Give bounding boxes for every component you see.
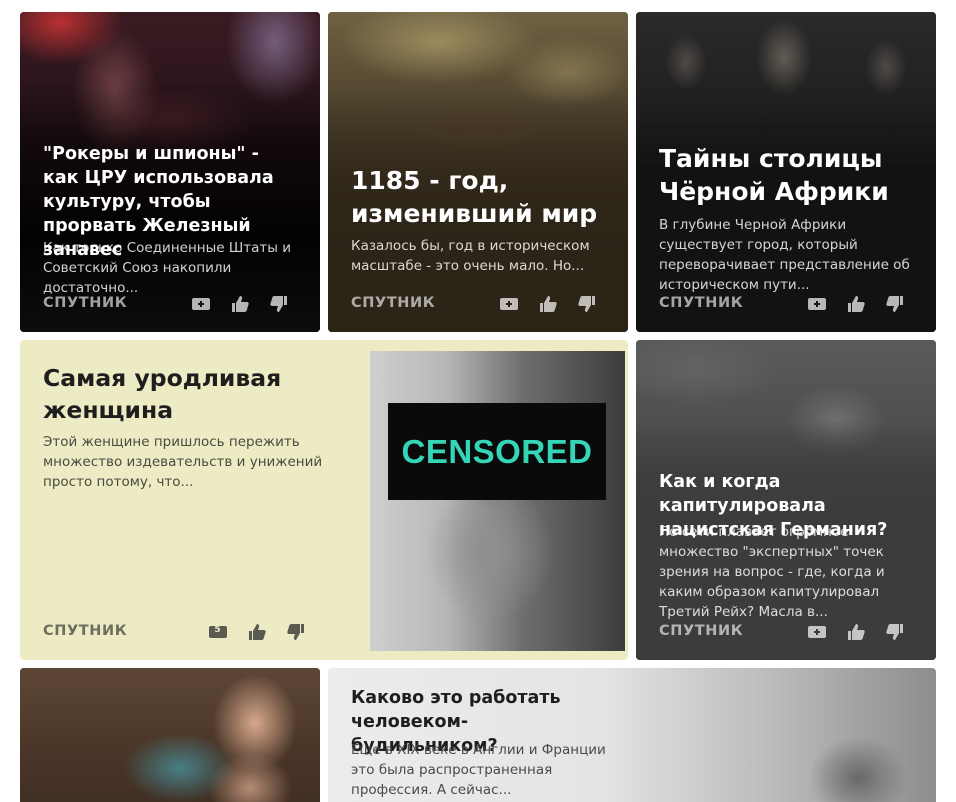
- card-description: В глубине Черной Африки существует город…: [659, 217, 910, 293]
- card-source[interactable]: СПУТНИК: [659, 295, 743, 311]
- card-actions: [181, 292, 298, 316]
- card-actions: [489, 292, 606, 316]
- card-source[interactable]: СПУТНИК: [659, 623, 743, 639]
- card-title[interactable]: Тайны столицы Чёрной Африки: [659, 142, 916, 208]
- comments-count: 5: [214, 625, 221, 635]
- card-title[interactable]: 1185 - год, изменивший мир: [351, 164, 608, 230]
- card-actions: [797, 292, 914, 316]
- card-actions: [797, 620, 914, 644]
- censored-label: CENSORED: [388, 403, 606, 500]
- card-description: Как только Соединенные Штаты и Советский…: [43, 240, 292, 296]
- card-image: [20, 668, 320, 802]
- like-icon[interactable]: [528, 292, 567, 316]
- card-source[interactable]: СПУТНИК: [43, 623, 127, 639]
- like-icon[interactable]: [836, 620, 875, 644]
- article-card-1185[interactable]: 1185 - год, изменивший мир Казалось бы, …: [328, 12, 628, 332]
- card-image: CENSORED: [370, 351, 625, 651]
- card-description: Еще в XIX веке в Англии и Франции это бы…: [351, 742, 606, 798]
- article-card-alarm-man[interactable]: Каково это работать человеком-будильнико…: [328, 668, 936, 802]
- card-description: Этой женщине пришлось пережить множество…: [43, 434, 323, 490]
- comments-icon[interactable]: 5: [198, 620, 237, 644]
- article-card-rockers[interactable]: "Рокеры и шпионы" - как ЦРУ использовала…: [20, 12, 320, 332]
- card-source[interactable]: СПУТНИК: [351, 295, 435, 311]
- article-card-germany[interactable]: Как и когда капитулировала нацистская Ге…: [636, 340, 936, 660]
- card-actions: 5: [198, 620, 315, 644]
- like-icon[interactable]: [237, 620, 276, 644]
- article-card-ugliest-woman[interactable]: CENSORED Самая уродливая женщина Этой же…: [20, 340, 628, 660]
- card-source[interactable]: СПУТНИК: [43, 295, 127, 311]
- add-icon[interactable]: [181, 292, 220, 316]
- dislike-icon[interactable]: [259, 292, 298, 316]
- dislike-icon[interactable]: [276, 620, 315, 644]
- dislike-icon[interactable]: [875, 620, 914, 644]
- like-icon[interactable]: [220, 292, 259, 316]
- article-card-africa[interactable]: Тайны столицы Чёрной Африки В глубине Че…: [636, 12, 936, 332]
- card-description: Казалось бы, год в историческом масштабе…: [351, 238, 590, 274]
- dislike-icon[interactable]: [875, 292, 914, 316]
- add-icon[interactable]: [489, 292, 528, 316]
- card-title[interactable]: Самая уродливая женщина: [43, 362, 343, 426]
- add-icon[interactable]: [797, 292, 836, 316]
- article-card-lady[interactable]: [20, 668, 320, 802]
- like-icon[interactable]: [836, 292, 875, 316]
- dislike-icon[interactable]: [567, 292, 606, 316]
- add-icon[interactable]: [797, 620, 836, 644]
- card-description: По сети плавает огромное множество "эксп…: [659, 524, 885, 620]
